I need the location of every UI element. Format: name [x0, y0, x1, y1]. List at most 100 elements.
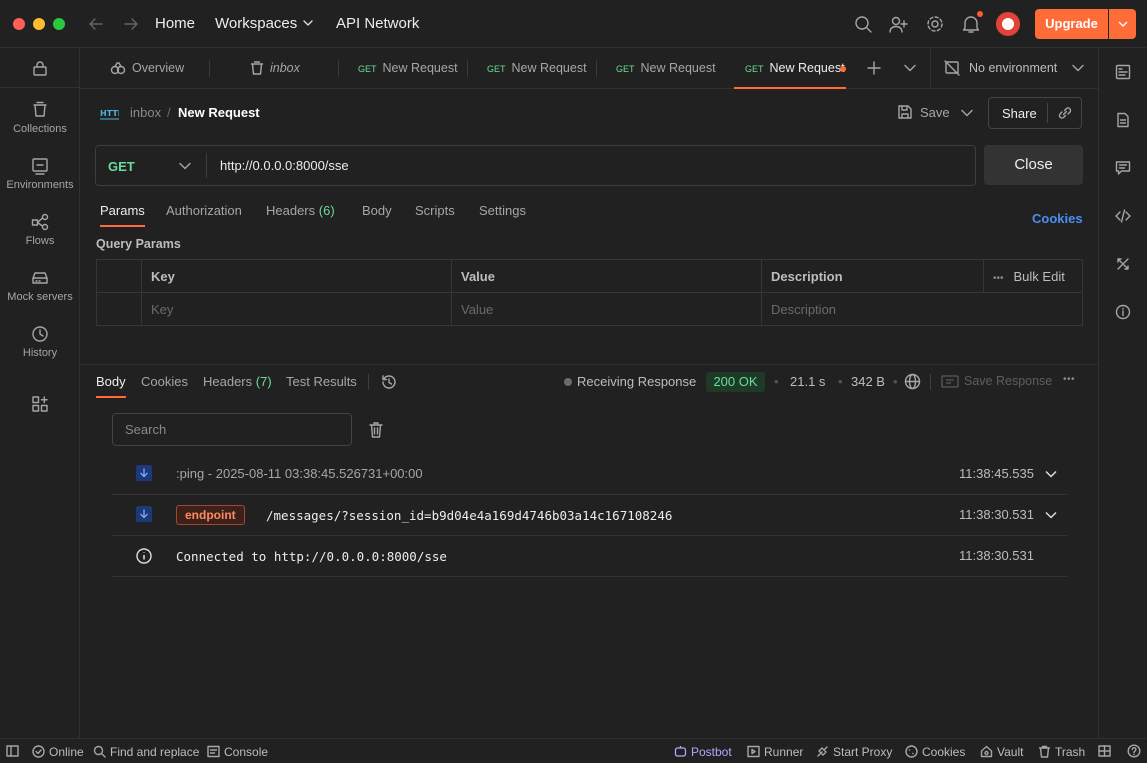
tab-request[interactable]: GET New Request — [487, 48, 587, 89]
avatar[interactable] — [996, 12, 1020, 36]
cookies-button[interactable]: Cookies — [905, 745, 965, 759]
related-collections-icon[interactable] — [1115, 256, 1131, 272]
save-button[interactable]: Save — [897, 104, 977, 122]
invite-user-icon[interactable] — [889, 15, 909, 33]
workspace-lock-icon[interactable] — [32, 60, 48, 76]
sidebar-item-flows[interactable]: Flows — [0, 213, 80, 247]
breadcrumb-current[interactable]: New Request — [178, 105, 260, 120]
sidebar-item-collections[interactable]: Collections — [0, 101, 80, 135]
status-code-badge[interactable]: 200 OK — [706, 372, 765, 392]
window-minimize-button[interactable] — [33, 18, 45, 30]
tab-params[interactable]: Params — [100, 203, 145, 227]
tab-scripts[interactable]: Scripts — [415, 203, 455, 218]
postbot-button[interactable]: Postbot — [674, 745, 732, 759]
bulk-edit-cell[interactable]: ••• Bulk Edit — [983, 259, 1083, 293]
sidebar-item-mock-servers[interactable]: Mock servers — [0, 269, 80, 303]
value-input[interactable]: Value — [451, 292, 762, 326]
sidebar-item-history[interactable]: History — [0, 325, 80, 359]
more-options-icon[interactable]: ••• — [1063, 374, 1075, 385]
nav-home[interactable]: Home — [155, 15, 195, 32]
list-item[interactable]: :ping - 2025-08-11 03:38:45.526731+00:00… — [112, 454, 1067, 495]
list-item[interactable]: endpoint /messages/?session_id=b9d04e4a1… — [112, 495, 1067, 536]
tab-body[interactable]: Body — [362, 203, 392, 218]
trash-icon[interactable] — [368, 421, 384, 439]
console-icon — [207, 745, 220, 758]
window-close-button[interactable] — [13, 18, 25, 30]
tab-separator — [596, 60, 597, 77]
sidebar-item-environments[interactable]: Environments — [0, 157, 80, 191]
notifications-bell-icon[interactable] — [962, 14, 980, 34]
response-tab-cookies[interactable]: Cookies — [141, 374, 188, 389]
sidebar-item-label: Flows — [25, 235, 55, 247]
url-input[interactable]: http://0.0.0.0:8000/sse — [220, 158, 349, 173]
close-connection-button[interactable]: Close — [984, 145, 1083, 185]
event-time: 11:38:30.531 — [959, 507, 1034, 522]
tab-headers[interactable]: Headers (6) — [266, 203, 335, 218]
new-tab-plus-icon[interactable] — [867, 61, 881, 75]
save-response-button[interactable]: Save Response — [964, 374, 1052, 388]
response-history-icon[interactable] — [380, 374, 397, 390]
help-icon[interactable] — [1127, 744, 1141, 758]
left-sidebar: Collections Environments Flows Mock serv… — [0, 48, 80, 738]
unsaved-changes-dot — [840, 66, 846, 72]
find-replace-button[interactable]: Find and replace — [93, 745, 199, 759]
response-tab-body[interactable]: Body — [96, 374, 126, 398]
tabs-menu-chevron-down-icon[interactable] — [904, 64, 916, 72]
table-header-row: Key Value Description ••• Bulk Edit — [96, 259, 1083, 293]
comments-icon[interactable] — [1115, 160, 1131, 176]
online-status[interactable]: Online — [32, 745, 84, 759]
bulk-edit-link[interactable]: Bulk Edit — [1014, 269, 1065, 284]
pane-divider[interactable] — [80, 364, 1098, 365]
nav-workspaces[interactable]: Workspaces — [215, 15, 297, 32]
flows-icon — [31, 213, 49, 231]
tab-request-active[interactable]: GET New Request — [734, 48, 846, 89]
forward-arrow-icon[interactable] — [123, 16, 139, 32]
status-label: Find and replace — [110, 745, 200, 759]
response-tab-headers[interactable]: Headers (7) — [203, 374, 272, 389]
info-icon[interactable] — [1115, 304, 1131, 320]
expand-chevron-down-icon[interactable] — [1045, 511, 1057, 519]
more-icon[interactable]: ••• — [993, 273, 1004, 284]
cookies-link[interactable]: Cookies — [1032, 211, 1083, 226]
toggle-sidebar-icon[interactable] — [6, 745, 19, 757]
share-button[interactable]: Share — [1002, 106, 1037, 121]
trash-button[interactable]: Trash — [1038, 745, 1085, 759]
environment-selector[interactable]: No environment — [944, 48, 1094, 88]
method-select[interactable]: GET — [96, 146, 206, 185]
response-time[interactable]: 21.1 s — [790, 374, 825, 389]
key-input[interactable]: Key — [141, 292, 452, 326]
tab-inbox[interactable]: inbox — [250, 48, 300, 89]
network-globe-icon[interactable] — [904, 373, 921, 390]
breadcrumb-parent[interactable]: inbox — [130, 105, 161, 120]
nav-api-network[interactable]: API Network — [336, 15, 419, 32]
response-size[interactable]: 342 B — [851, 374, 885, 389]
status-label: Runner — [764, 745, 804, 759]
vault-button[interactable]: Vault — [980, 745, 1023, 759]
tab-overview[interactable]: Overview — [110, 48, 184, 89]
copy-link-icon[interactable] — [1057, 105, 1073, 121]
upgrade-menu-button[interactable] — [1109, 9, 1136, 39]
response-tab-test-results[interactable]: Test Results — [286, 374, 357, 389]
tab-request[interactable]: GET New Request — [358, 48, 458, 89]
configure-sidebar-icon[interactable] — [32, 396, 48, 412]
api-docs-icon[interactable] — [1115, 64, 1131, 80]
upgrade-button[interactable]: Upgrade — [1035, 9, 1108, 39]
tab-settings[interactable]: Settings — [479, 203, 526, 218]
chevron-down-icon[interactable] — [302, 19, 314, 29]
search-icon[interactable] — [854, 15, 872, 33]
two-pane-view-icon[interactable] — [1098, 745, 1111, 757]
tab-authorization[interactable]: Authorization — [166, 203, 242, 218]
back-arrow-icon[interactable] — [88, 16, 104, 32]
response-search-input[interactable]: Search — [112, 413, 352, 446]
collections-icon — [33, 101, 47, 117]
description-input[interactable]: Description — [761, 292, 1083, 326]
runner-button[interactable]: Runner — [747, 745, 803, 759]
documentation-icon[interactable] — [1115, 112, 1131, 128]
tab-request[interactable]: GET New Request — [616, 48, 716, 89]
window-zoom-button[interactable] — [53, 18, 65, 30]
code-icon[interactable] — [1115, 208, 1131, 224]
console-button[interactable]: Console — [207, 745, 268, 759]
expand-chevron-down-icon[interactable] — [1045, 470, 1057, 478]
settings-gear-icon[interactable] — [925, 14, 945, 34]
start-proxy-button[interactable]: Start Proxy — [816, 745, 892, 759]
